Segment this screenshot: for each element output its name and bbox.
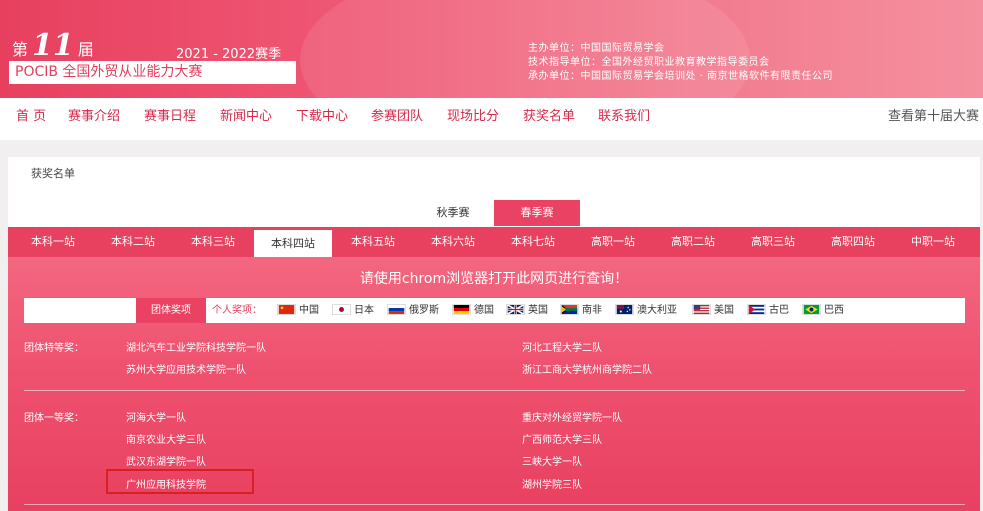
breadcrumb: 获奖名单 [31, 167, 75, 180]
country-uk[interactable]: 英国 [506, 298, 548, 323]
country-label: 德国 [474, 305, 494, 316]
country-japan[interactable]: 日本 [332, 298, 374, 323]
country-brazil[interactable]: 巴西 [802, 298, 844, 323]
nav-teams[interactable]: 参赛团队 [371, 98, 423, 140]
tab-station-undergrad-3[interactable]: 本科三站 [174, 227, 252, 257]
first-prize-team[interactable]: 重庆对外经贸学院一队 [522, 409, 622, 424]
russia-flag-icon [387, 304, 406, 315]
tab-station-undergrad-6[interactable]: 本科六站 [414, 227, 492, 257]
award-filter-bar: 团体奖项 个人奖项： 中国 日本 俄罗斯 德国 英国 南非 澳大利亚 美国 古巴 [24, 298, 965, 323]
first-prize-team[interactable]: 南京农业大学三队 [126, 431, 206, 446]
browser-notice: 请使用chrom浏览器打开此网页进行查询！ [359, 271, 629, 287]
special-prize-team[interactable]: 浙江工商大学杭州商学院二队 [522, 361, 652, 376]
first-prize-team[interactable]: 河海大学一队 [126, 409, 186, 424]
tab-station-undergrad-1[interactable]: 本科一站 [14, 227, 92, 257]
country-label: 巴西 [824, 305, 844, 316]
organizers: 主办单位：中国国际贸易学会 技术指导单位：全国外经贸职业教育教学指导委员会 承办… [528, 42, 833, 84]
nav-home[interactable]: 首 页 [16, 98, 46, 140]
season-label: 2021 - 2022赛季 [176, 47, 282, 62]
organizer-technical: 技术指导单位：全国外经贸职业教育教学指导委员会 [528, 57, 770, 68]
team-awards-button[interactable]: 团体奖项 [136, 298, 206, 323]
usa-flag-icon [692, 304, 711, 315]
country-australia[interactable]: 澳大利亚 [615, 298, 677, 323]
tab-station-undergrad-7[interactable]: 本科七站 [494, 227, 572, 257]
tab-autumn[interactable]: 秋季赛 [410, 200, 496, 226]
tab-station-undergrad-4[interactable]: 本科四站 [254, 230, 332, 257]
uk-flag-icon [506, 304, 525, 315]
country-label: 中国 [299, 305, 319, 316]
edition-prefix: 第 [12, 40, 29, 59]
country-germany[interactable]: 德国 [452, 298, 494, 323]
country-cuba[interactable]: 古巴 [747, 298, 789, 323]
japan-flag-icon [332, 304, 351, 315]
country-label: 古巴 [769, 305, 789, 316]
edition-badge: 第 11 届 [12, 28, 94, 63]
country-label: 英国 [528, 305, 548, 316]
tab-station-undergrad-2[interactable]: 本科二站 [94, 227, 172, 257]
first-prize-label: 团体一等奖： [24, 413, 84, 424]
nav-intro[interactable]: 赛事介绍 [68, 98, 120, 140]
south-africa-flag-icon [560, 304, 579, 315]
china-flag-icon [277, 304, 296, 315]
nav-schedule[interactable]: 赛事日程 [144, 98, 196, 140]
site-header: 第 11 届 2021 - 2022赛季 POCIB 全国外贸从业能力大赛 主办单位… [0, 0, 983, 98]
country-usa[interactable]: 美国 [692, 298, 734, 323]
tab-station-vocational-3[interactable]: 高职三站 [734, 227, 812, 257]
australia-flag-icon [615, 304, 634, 315]
personal-awards-label: 个人奖项： [212, 305, 262, 316]
organizer-host: 主办单位：中国国际贸易学会 [528, 43, 665, 54]
tab-spring[interactable]: 春季赛 [494, 200, 580, 226]
tab-station-secondary-1[interactable]: 中职一站 [894, 227, 972, 257]
special-prize-team[interactable]: 湖北汽车工业学院科技学院一队 [126, 339, 266, 354]
section-divider [24, 390, 965, 391]
view-10th-edition-link[interactable]: 查看第十届大赛 [888, 98, 979, 140]
nav-winners[interactable]: 获奖名单 [523, 98, 575, 140]
nav-live-scores[interactable]: 现场比分 [447, 98, 499, 140]
nav-contact[interactable]: 联系我们 [598, 98, 650, 140]
station-tabs: 本科一站 本科二站 本科三站 本科四站 本科五站 本科六站 本科七站 高职一站 … [8, 227, 980, 257]
tab-station-vocational-2[interactable]: 高职二站 [654, 227, 732, 257]
nav-downloads[interactable]: 下载中心 [296, 98, 348, 140]
country-south-africa[interactable]: 南非 [560, 298, 602, 323]
first-prize-team[interactable]: 湖州学院三队 [522, 476, 582, 491]
edition-number: 11 [32, 28, 74, 63]
country-label: 澳大利亚 [637, 305, 677, 316]
edition-suffix: 届 [77, 40, 94, 59]
section-divider [24, 504, 965, 505]
country-china[interactable]: 中国 [277, 298, 319, 323]
nav-news[interactable]: 新闻中心 [220, 98, 272, 140]
tab-station-vocational-1[interactable]: 高职一站 [574, 227, 652, 257]
special-prize-label: 团体特等奖： [24, 343, 84, 354]
first-prize-team[interactable]: 武汉东湖学院一队 [126, 453, 206, 468]
special-prize-team[interactable]: 苏州大学应用技术学院一队 [126, 361, 246, 376]
country-label: 日本 [354, 305, 374, 316]
highlight-annotation-box [106, 469, 254, 494]
main-nav: 首 页 赛事介绍 赛事日程 新闻中心 下载中心 参赛团队 现场比分 获奖名单 联… [0, 98, 983, 140]
country-label: 南非 [582, 305, 602, 316]
breadcrumb-bar: 获奖名单 [8, 157, 980, 187]
season-tabs: 秋季赛 春季赛 [8, 187, 980, 227]
country-label: 美国 [714, 305, 734, 316]
awards-panel: 请使用chrom浏览器打开此网页进行查询！ 团体奖项 个人奖项： 中国 日本 俄… [8, 257, 980, 511]
first-prize-team[interactable]: 三峡大学一队 [522, 453, 582, 468]
germany-flag-icon [452, 304, 471, 315]
organizer-undertaker: 承办单位：中国国际贸易学会培训处 · 南京世格软件有限责任公司 [528, 71, 834, 82]
competition-title: POCIB 全国外贸从业能力大赛 [9, 61, 296, 84]
country-russia[interactable]: 俄罗斯 [387, 298, 439, 323]
first-prize-team[interactable]: 广西师范大学三队 [522, 431, 602, 446]
tab-station-vocational-4[interactable]: 高职四站 [814, 227, 892, 257]
country-label: 俄罗斯 [409, 305, 439, 316]
special-prize-team[interactable]: 河北工程大学二队 [522, 339, 602, 354]
brazil-flag-icon [802, 304, 821, 315]
tab-station-undergrad-5[interactable]: 本科五站 [334, 227, 412, 257]
cuba-flag-icon [747, 304, 766, 315]
